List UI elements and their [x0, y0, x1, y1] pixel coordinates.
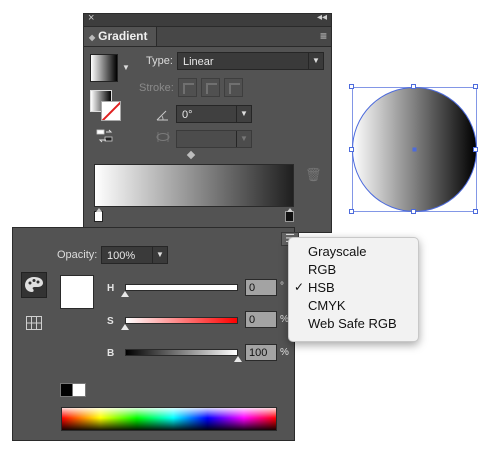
collapse-icon[interactable]: ◂◂ [317, 12, 327, 23]
menu-item-hsb[interactable]: ✓ HSB [289, 279, 418, 296]
brightness-slider-thumb[interactable] [234, 356, 242, 362]
fill-stroke-indicator[interactable] [90, 90, 126, 126]
stroke-within-button[interactable] [178, 78, 197, 97]
tab-expand-icon[interactable]: ◆ [89, 33, 95, 42]
menu-item-grayscale[interactable]: Grayscale [289, 243, 418, 260]
menu-item-rgb[interactable]: RGB [289, 261, 418, 278]
aspect-field-disabled: ▼ [176, 130, 252, 148]
saturation-input[interactable]: 0 [245, 311, 277, 328]
stroke-along-button[interactable] [201, 78, 220, 97]
hue-slider-thumb[interactable] [121, 291, 129, 297]
close-icon[interactable]: × [88, 12, 94, 24]
saturation-slider-thumb[interactable] [121, 324, 129, 330]
white-swatch[interactable] [72, 383, 86, 397]
menu-check-icon: ✓ [294, 280, 305, 294]
type-dropdown[interactable]: Linear ▼ [177, 52, 324, 70]
gradient-stop-black[interactable] [285, 208, 294, 222]
gradient-slider-bar[interactable] [94, 164, 294, 207]
gradient-thumbnail[interactable] [90, 54, 118, 82]
chevron-down-icon: ▼ [236, 131, 251, 147]
saturation-label: S [107, 316, 114, 327]
reverse-gradient-icon[interactable] [96, 129, 114, 143]
gradient-stop-white[interactable] [94, 208, 103, 222]
hue-unit: ° [280, 281, 284, 292]
menu-item-cmyk[interactable]: CMYK [289, 297, 418, 314]
stroke-across-button[interactable] [224, 78, 243, 97]
color-panel: ☰ Opacity: 100% ▼ H 0 ° S 0 % B 100 % [12, 227, 299, 441]
menu-item-label: RGB [308, 262, 337, 277]
stroke-swatch-none[interactable] [101, 101, 121, 121]
aspect-ratio-icon [156, 132, 170, 142]
angle-field[interactable]: 0° ▼ [176, 105, 252, 123]
hue-slider-track[interactable] [125, 284, 238, 291]
selection-handle[interactable] [349, 209, 354, 214]
tab-gradient-label: Gradient [98, 29, 148, 43]
brightness-input[interactable]: 100 [245, 344, 277, 361]
menu-item-label: CMYK [308, 298, 346, 313]
stroke-within-icon [183, 83, 194, 94]
opacity-label: Opacity: [57, 249, 98, 261]
stroke-along-icon [206, 83, 217, 94]
gradient-circle-object[interactable] [351, 86, 478, 213]
current-color-swatch[interactable] [60, 275, 94, 309]
selection-handle[interactable] [411, 84, 416, 89]
panel-tab-bar: ◆ Gradient ≡ [84, 27, 331, 47]
stroke-label: Stroke: [139, 82, 174, 94]
angle-value: 0° [182, 109, 193, 121]
color-spectrum-bar[interactable] [61, 407, 277, 431]
selection-handle[interactable] [473, 209, 478, 214]
selection-handle[interactable] [349, 84, 354, 89]
opacity-value: 100% [107, 250, 136, 262]
saturation-slider-track[interactable] [125, 317, 238, 324]
hue-label: H [107, 283, 115, 294]
selection-handle[interactable] [349, 147, 354, 152]
angle-icon [156, 110, 168, 121]
chevron-down-icon: ▼ [152, 247, 167, 263]
menu-item-label: Web Safe RGB [308, 316, 397, 331]
selection-handle[interactable] [473, 84, 478, 89]
color-mode-menu: Grayscale RGB ✓ HSB CMYK Web Safe RGB [288, 237, 419, 342]
type-value: Linear [183, 56, 214, 68]
gradient-midpoint-diamond[interactable] [186, 150, 196, 160]
brightness-slider-track[interactable] [125, 349, 238, 356]
panel-menu-icon[interactable]: ≡ [320, 30, 327, 42]
brightness-label: B [107, 348, 115, 359]
color-panel-tab-button[interactable] [21, 272, 47, 298]
selection-handle[interactable] [473, 147, 478, 152]
palette-icon [25, 277, 43, 292]
menu-item-web-safe-rgb[interactable]: Web Safe RGB [289, 315, 418, 332]
menu-item-label: Grayscale [308, 244, 367, 259]
chevron-down-icon: ▼ [236, 106, 251, 122]
stroke-across-icon [229, 83, 240, 94]
type-label: Type: [146, 55, 173, 67]
gradient-presets-arrow-icon[interactable]: ▼ [122, 63, 130, 72]
hue-input[interactable]: 0 [245, 279, 277, 296]
tab-gradient[interactable]: ◆ Gradient [84, 27, 157, 46]
swatches-grid-icon[interactable] [26, 316, 42, 330]
selection-handle[interactable] [411, 209, 416, 214]
panel-title-strip[interactable]: × ◂◂ [84, 12, 331, 27]
opacity-field[interactable]: 100% ▼ [101, 246, 168, 264]
menu-item-label: HSB [308, 280, 335, 295]
chevron-down-icon: ▼ [308, 53, 323, 69]
gradient-panel: × ◂◂ ◆ Gradient ≡ ▼ Type: Linear ▼ Stroke… [83, 12, 332, 233]
trash-icon[interactable]: 🗑 [305, 167, 322, 183]
brightness-unit: % [280, 347, 289, 358]
